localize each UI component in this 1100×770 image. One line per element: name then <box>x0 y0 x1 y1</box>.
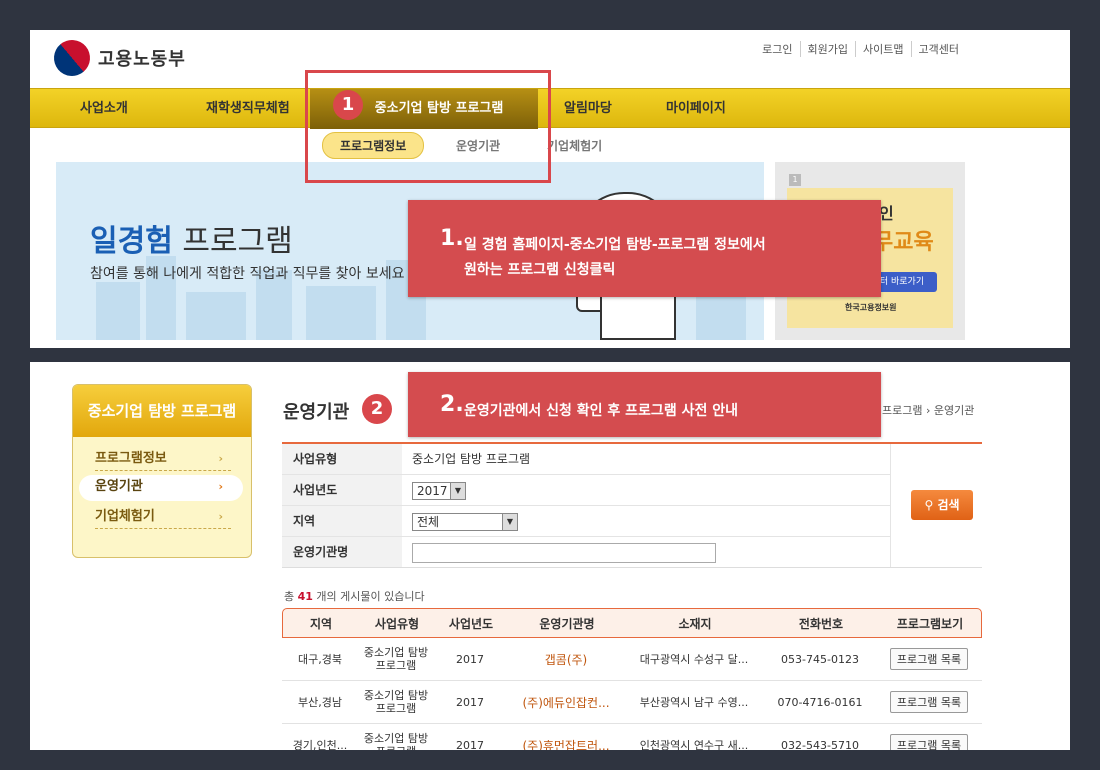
cell-phone: 070-4716-0161 <box>777 695 863 709</box>
col-program: 프로그램보기 <box>896 616 964 631</box>
highlight-box <box>305 70 551 183</box>
building-shape <box>306 286 376 340</box>
operator-link[interactable]: (주)휴먼잡트러... <box>506 724 626 751</box>
banner-title: 일경험 프로그램 <box>90 224 293 259</box>
form-label: 운영기관명 <box>282 537 402 567</box>
login-link[interactable]: 로그인 <box>755 41 799 57</box>
support-link[interactable]: 고객센터 <box>910 41 966 57</box>
sitemap-link[interactable]: 사이트맵 <box>855 41 910 57</box>
search-form: 사업유형 중소기업 탐방 프로그램 사업년도 2017 ▼ 지역 전체 ▼ 운영기관… <box>282 444 982 568</box>
ministry-logo[interactable]: 고용노동부 <box>46 32 186 84</box>
building-shape <box>186 292 246 340</box>
callout-number: 1. <box>440 226 464 251</box>
operator-name-input[interactable] <box>412 543 716 563</box>
cell-phone: 053-745-0123 <box>781 652 859 666</box>
side-menu-title: 중소기업 탐방 프로그램 <box>73 385 251 437</box>
nav-notice[interactable]: 알림마당 <box>564 89 612 129</box>
nav-mypage[interactable]: 마이페이지 <box>666 89 726 129</box>
form-label: 사업년도 <box>282 475 402 505</box>
cell-region: 대구,경북 <box>298 653 342 666</box>
callout-number: 2. <box>440 392 464 417</box>
search-icon: ⚲ <box>924 498 938 512</box>
building-shape <box>96 282 140 340</box>
step-badge-1: 1 <box>333 90 363 120</box>
col-phone: 전화번호 <box>798 616 844 631</box>
nav-about[interactable]: 사업소개 <box>80 89 128 129</box>
cell-year: 2017 <box>456 652 484 666</box>
cell-year: 2017 <box>456 738 484 751</box>
search-button[interactable]: ⚲ 검색 <box>911 490 973 520</box>
table-row: 대구,경북 중소기업 탐방 프로그램 2017 갭콤(주) 대구광역시 수성구 … <box>282 638 982 681</box>
table-header: 지역 사업유형 사업년도 운영기관명 소재지 전화번호 프로그램보기 <box>282 608 982 638</box>
banner-description: 참여를 통해 나에게 적합한 직업과 직무를 찾아 보세요 <box>90 266 405 282</box>
side-menu: 중소기업 탐방 프로그램 프로그램정보 › 운영기관 › 기업체험기 › <box>72 384 252 558</box>
side-item-reviews[interactable]: 기업체험기 › <box>79 505 243 531</box>
form-row: 사업유형 중소기업 탐방 프로그램 <box>282 444 890 475</box>
page-title: 운영기관 <box>283 402 350 423</box>
step-badge-2: 2 <box>362 394 392 424</box>
year-select[interactable]: 2017 ▼ <box>412 482 466 500</box>
cell-year: 2017 <box>456 695 484 709</box>
taegeuk-icon <box>46 32 98 84</box>
search-button-cell: ⚲ 검색 <box>890 444 982 567</box>
cell-type: 중소기업 탐방 프로그램 <box>363 689 429 715</box>
form-row: 사업년도 2017 ▼ <box>282 475 890 506</box>
program-list-button[interactable]: 프로그램 목록 <box>889 691 969 713</box>
program-list-button[interactable]: 프로그램 목록 <box>889 734 969 750</box>
business-type-value: 중소기업 탐방 프로그램 <box>412 452 531 466</box>
callout-line: 원하는 프로그램 신청클릭 <box>464 262 616 278</box>
dropdown-arrow-icon: ▼ <box>502 514 517 530</box>
chevron-right-icon: › <box>218 480 223 493</box>
callout-step-1: 1. 일 경험 홈페이지-중소기업 탐방-프로그램 정보에서 원하는 프로그램 … <box>408 200 881 297</box>
dropdown-arrow-icon: ▼ <box>450 483 465 499</box>
cell-type: 중소기업 탐방 프로그램 <box>363 732 429 750</box>
callout-step-2: 2. 운영기관에서 신청 확인 후 프로그램 사전 안내 <box>408 372 881 437</box>
col-type: 사업유형 <box>374 616 420 631</box>
cell-type: 중소기업 탐방 프로그램 <box>363 646 429 672</box>
breadcrumb: 프로그램 › 운영기관 <box>882 404 975 417</box>
cell-address: 대구광역시 수성구 달... <box>639 653 749 666</box>
operator-table: 지역 사업유형 사업년도 운영기관명 소재지 전화번호 프로그램보기 대구,경북… <box>282 608 982 750</box>
form-row: 지역 전체 ▼ <box>282 506 890 537</box>
logo-text: 고용노동부 <box>98 49 186 70</box>
form-label: 지역 <box>282 506 402 536</box>
col-region: 지역 <box>309 616 333 631</box>
form-row: 운영기관명 <box>282 537 890 568</box>
subnav-reviews[interactable]: 기업체험기 <box>547 137 602 154</box>
cell-region: 부산,경남 <box>298 696 342 709</box>
chevron-right-icon: › <box>218 510 223 523</box>
table-row: 부산,경남 중소기업 탐방 프로그램 2017 (주)에듀인잡컨... 부산광역… <box>282 681 982 724</box>
col-name: 운영기관명 <box>539 616 595 631</box>
chevron-right-icon: › <box>218 452 223 465</box>
region-select[interactable]: 전체 ▼ <box>412 513 518 531</box>
callout-line: 일 경험 홈페이지-중소기업 탐방-프로그램 정보에서 <box>464 237 766 253</box>
side-item-operators[interactable]: 운영기관 › <box>79 475 243 501</box>
callout-line: 운영기관에서 신청 확인 후 프로그램 사전 안내 <box>464 403 738 419</box>
operator-link[interactable]: (주)에듀인잡컨... <box>506 681 626 723</box>
keis-logo: 한국고용정보원 <box>845 303 897 312</box>
cell-address: 인천광역시 연수구 새... <box>639 739 749 750</box>
nav-student-job[interactable]: 재학생직무체험 <box>206 89 290 129</box>
poster-text-1: 인 <box>879 204 894 223</box>
table-row: 경기,인천... 중소기업 탐방 프로그램 2017 (주)휴먼잡트러... 인… <box>282 724 982 750</box>
form-label: 사업유형 <box>282 444 402 474</box>
program-list-button[interactable]: 프로그램 목록 <box>889 648 969 670</box>
side-item-program-info[interactable]: 프로그램정보 › <box>79 447 243 473</box>
poster-text-2: 무교육 <box>873 230 934 255</box>
col-year: 사업년도 <box>448 616 494 631</box>
top-links: 로그인 회원가입 사이트맵 고객센터 <box>755 41 966 57</box>
cell-phone: 032-543-5710 <box>781 738 859 751</box>
signup-link[interactable]: 회원가입 <box>799 41 855 57</box>
result-count: 총 41 개의 게시물이 있습니다 <box>284 590 425 603</box>
col-address: 소재지 <box>678 616 712 631</box>
cell-address: 부산광역시 남구 수영... <box>639 696 749 709</box>
cell-region: 경기,인천... <box>292 739 348 750</box>
operator-link[interactable]: 갭콤(주) <box>506 638 626 680</box>
banner-index: 1 <box>789 174 801 186</box>
